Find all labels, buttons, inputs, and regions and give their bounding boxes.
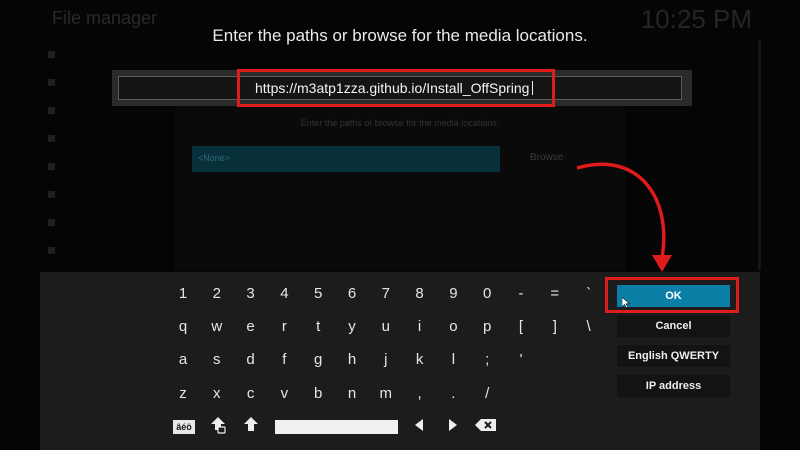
key-n[interactable]: n <box>337 381 367 407</box>
shift-icon[interactable] <box>236 415 266 441</box>
ip-address-button[interactable]: IP address <box>617 375 730 397</box>
background-list-item <box>40 124 170 152</box>
key-r[interactable]: r <box>269 314 299 340</box>
key-3[interactable]: 3 <box>236 281 266 307</box>
key-d[interactable]: d <box>236 347 266 373</box>
key-w[interactable]: w <box>202 314 232 340</box>
add-source-browse-button: Browse <box>530 152 564 163</box>
space-bar[interactable] <box>275 420 398 434</box>
key-,[interactable]: , <box>405 381 435 407</box>
key-4[interactable]: 4 <box>269 281 299 307</box>
accent-characters-key[interactable]: âéö <box>173 420 195 434</box>
key-=[interactable]: = <box>540 281 570 307</box>
key-a[interactable]: a <box>168 347 198 373</box>
key--[interactable]: - <box>506 281 536 307</box>
key-0[interactable]: 0 <box>472 281 502 307</box>
annotation-arrow-head <box>652 255 672 272</box>
background-list-item <box>40 180 170 208</box>
key-2[interactable]: 2 <box>202 281 232 307</box>
keyboard-layout-button[interactable]: English QWERTY <box>617 345 730 367</box>
key-g[interactable]: g <box>303 347 333 373</box>
key-b[interactable]: b <box>303 381 333 407</box>
key-;[interactable]: ; <box>472 347 502 373</box>
key-y[interactable]: y <box>337 314 367 340</box>
key-x[interactable]: x <box>202 381 232 407</box>
add-source-dialog-title: Enter the paths or browse for the media … <box>300 118 500 128</box>
key-\[interactable]: \ <box>574 314 604 340</box>
key-p[interactable]: p <box>472 314 502 340</box>
key-6[interactable]: 6 <box>337 281 367 307</box>
backspace-icon[interactable] <box>471 415 501 441</box>
cancel-button[interactable]: Cancel <box>617 315 730 337</box>
key-'[interactable]: ' <box>506 347 536 373</box>
background-list-item <box>40 208 170 236</box>
key-m[interactable]: m <box>371 381 401 407</box>
mouse-pointer-icon <box>622 297 630 308</box>
key-q[interactable]: q <box>168 314 198 340</box>
key-o[interactable]: o <box>438 314 468 340</box>
add-source-dialog: Enter the paths or browse for the media … <box>175 106 625 271</box>
cursor-right-icon-graphic <box>449 419 457 431</box>
key-8[interactable]: 8 <box>405 281 435 307</box>
key-f[interactable]: f <box>269 347 299 373</box>
key-j[interactable]: j <box>371 347 401 373</box>
key-s[interactable]: s <box>202 347 232 373</box>
shift-icon-graphic <box>244 417 258 431</box>
key-e[interactable]: e <box>236 314 266 340</box>
key-7[interactable]: 7 <box>371 281 401 307</box>
key-1[interactable]: 1 <box>168 281 198 307</box>
key-t[interactable]: t <box>303 314 333 340</box>
key-9[interactable]: 9 <box>438 281 468 307</box>
backspace-icon-graphic <box>475 419 496 431</box>
input-highlight-box <box>237 69 555 107</box>
key-`[interactable]: ` <box>574 281 604 307</box>
key-c[interactable]: c <box>236 381 266 407</box>
cursor-left-icon[interactable] <box>404 415 434 441</box>
cursor-left-icon-graphic <box>415 419 423 431</box>
key-k[interactable]: k <box>405 347 435 373</box>
key-i[interactable]: i <box>405 314 435 340</box>
key-[[interactable]: [ <box>506 314 536 340</box>
key-/[interactable]: / <box>472 381 502 407</box>
keyboard-dialog-title: Enter the paths or browse for the media … <box>212 26 588 45</box>
key-z[interactable]: z <box>168 381 198 407</box>
key-l[interactable]: l <box>438 347 468 373</box>
symbols-lock-icon-graphic <box>211 417 226 434</box>
key-][interactable]: ] <box>540 314 570 340</box>
key-5[interactable]: 5 <box>303 281 333 307</box>
add-source-path-placeholder: <None> <box>198 153 231 163</box>
add-source-path-field: <None> <box>192 146 500 172</box>
key-h[interactable]: h <box>337 347 367 373</box>
cursor-right-icon[interactable] <box>438 415 468 441</box>
key-.[interactable]: . <box>438 381 468 407</box>
background-list-item <box>40 236 170 264</box>
key-u[interactable]: u <box>371 314 401 340</box>
background-list-item <box>40 152 170 180</box>
background-scrollbar <box>758 40 761 270</box>
symbols-lock-icon[interactable] <box>203 415 233 441</box>
key-v[interactable]: v <box>269 381 299 407</box>
